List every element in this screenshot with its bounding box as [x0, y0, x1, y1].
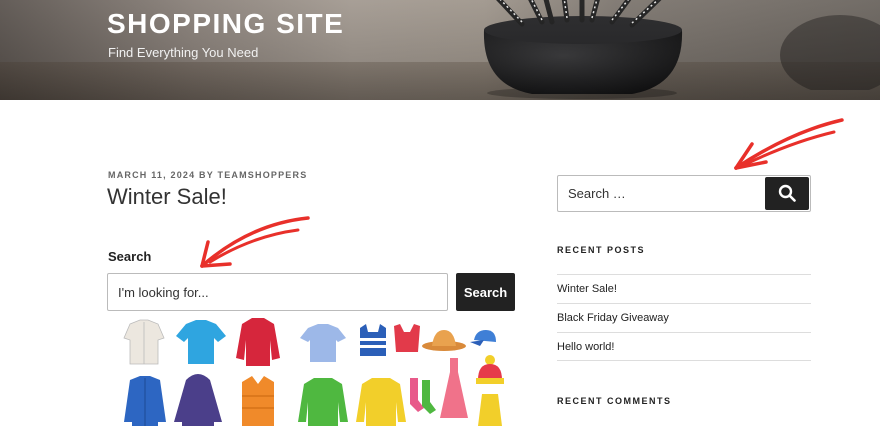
cap-blue-icon [470, 330, 496, 346]
recent-posts-list: Winter Sale! Black Friday Giveaway Hello… [557, 274, 811, 361]
recent-post-item: Hello world! [557, 332, 811, 361]
sidebar-search-button[interactable] [765, 177, 809, 210]
jacket-blue-icon [124, 376, 166, 426]
product-search-button[interactable]: Search [456, 273, 515, 311]
shirt-white-icon [123, 319, 165, 365]
sidebar-search-form [557, 175, 811, 212]
post-meta: MARCH 11, 2024 BY TEAMSHOPPERS [108, 170, 307, 180]
post-author[interactable]: TEAMSHOPPERS [218, 170, 308, 180]
recent-posts-title: RECENT POSTS [557, 245, 646, 255]
clothing-illustration [123, 318, 504, 426]
recent-post-item: Black Friday Giveaway [557, 303, 811, 332]
top-red-icon [394, 324, 420, 352]
vest-orange-icon [242, 376, 274, 426]
post-date[interactable]: MARCH 11, 2024 [108, 170, 195, 180]
beanie-icon [476, 355, 504, 426]
site-tagline: Find Everything You Need [108, 45, 259, 60]
arrow-annotation-icon [200, 216, 310, 268]
sweater-green-icon [298, 378, 348, 426]
arrow-annotation-icon [734, 118, 844, 170]
product-search-input[interactable] [107, 273, 448, 311]
recent-comments-title: RECENT COMMENTS [557, 396, 672, 406]
sweater-yellow-icon [356, 378, 406, 426]
recent-post-item: Winter Sale! [557, 274, 811, 303]
site-header: SHOPPING SITE Find Everything You Need [0, 0, 880, 100]
search-icon [778, 184, 796, 202]
tshirt-blue-icon [176, 320, 226, 364]
recent-post-link[interactable]: Black Friday Giveaway [557, 312, 669, 324]
tshirt-lightblue-icon [300, 324, 346, 362]
sweater-red-icon [236, 318, 280, 366]
tank-striped-icon [360, 324, 386, 356]
socks-icon [410, 378, 436, 414]
post-by: BY [199, 170, 214, 180]
hat-orange-icon [422, 330, 466, 351]
hoodie-purple-icon [174, 374, 222, 426]
search-heading: Search [108, 249, 152, 264]
post-title: Winter Sale! [107, 184, 227, 209]
recent-post-link[interactable]: Hello world! [557, 341, 614, 353]
dress-pink-icon [440, 358, 468, 418]
site-title[interactable]: SHOPPING SITE [107, 8, 344, 40]
recent-post-link[interactable]: Winter Sale! [557, 283, 617, 295]
sidebar-search-input[interactable] [558, 176, 763, 211]
